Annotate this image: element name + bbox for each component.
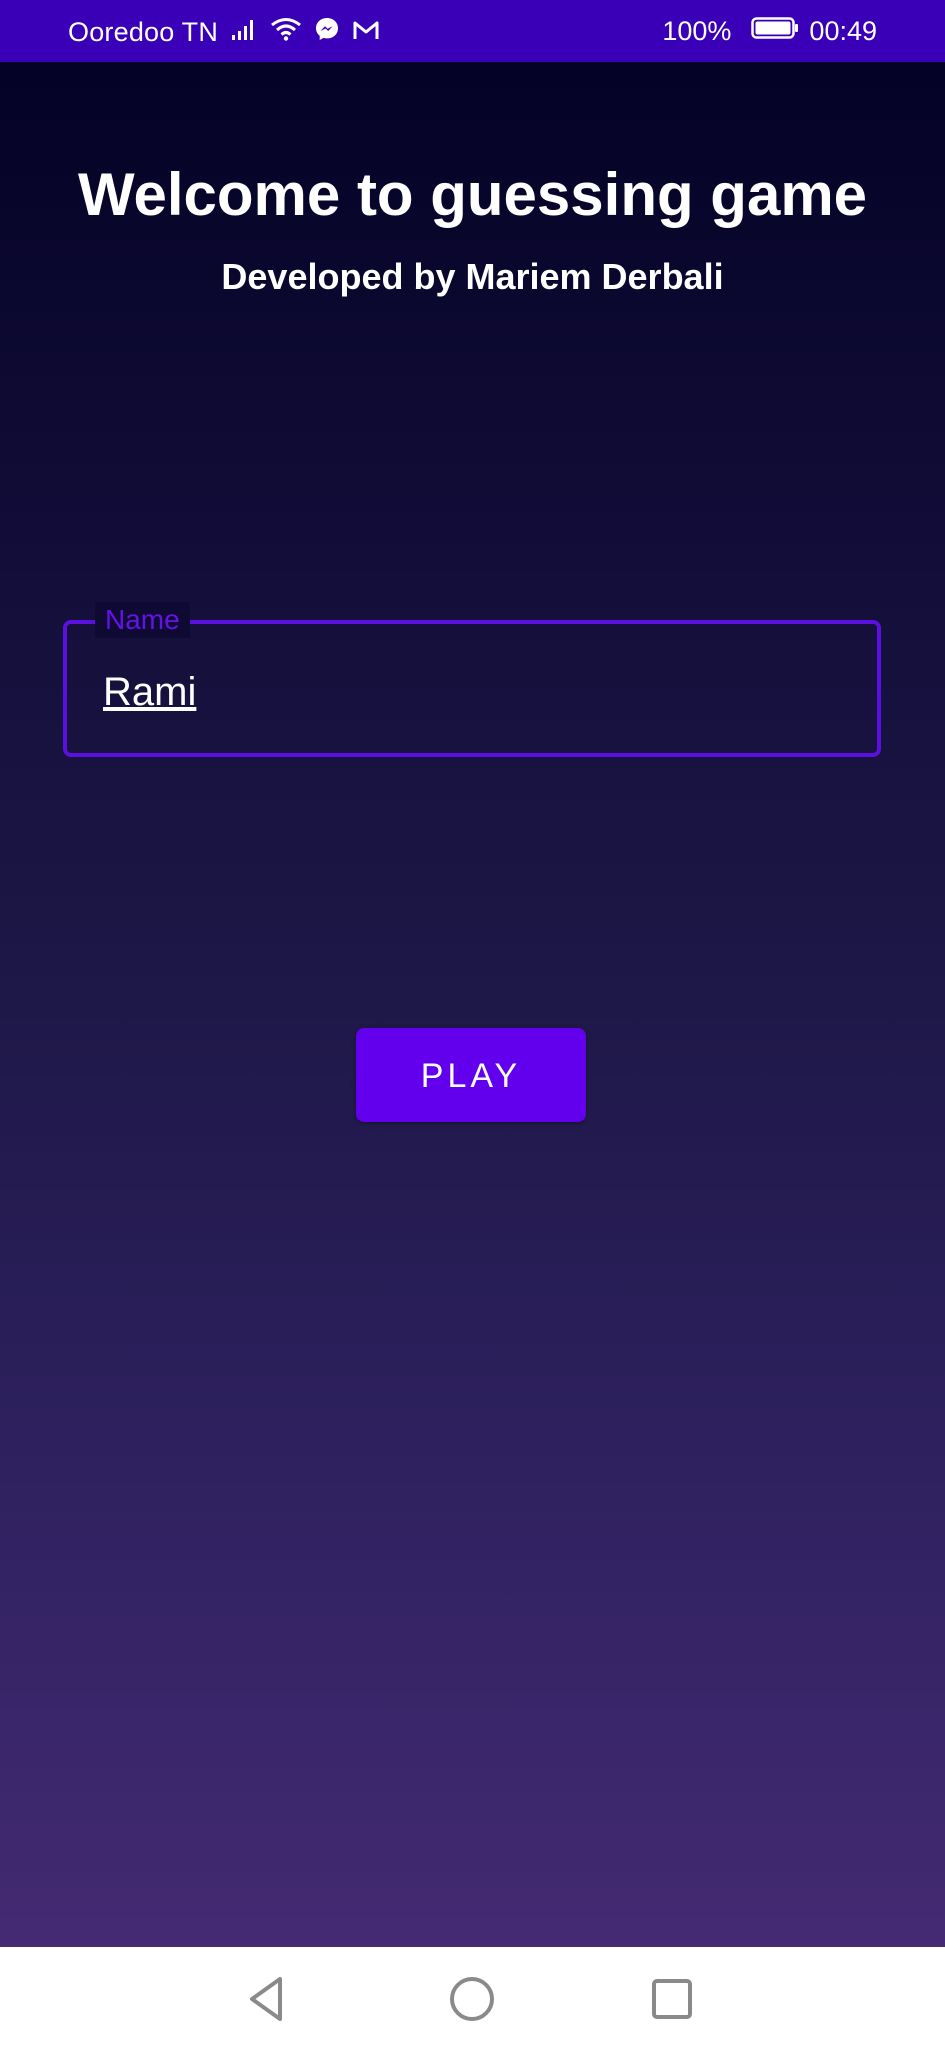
recent-apps-icon[interactable] xyxy=(644,1971,700,2027)
name-input[interactable] xyxy=(103,670,843,715)
name-field[interactable]: Name xyxy=(63,602,881,757)
carrier-name: Ooredoo TN xyxy=(68,17,219,47)
name-field-label: Name xyxy=(95,602,190,638)
status-left: Ooredoo TN xyxy=(68,16,380,49)
phone-screen: Ooredoo TN 100% 00:49 Welcome to guessin… xyxy=(0,0,945,2048)
play-button[interactable]: PLAY xyxy=(356,1028,586,1122)
messenger-icon xyxy=(314,16,340,49)
page-title: Welcome to guessing game xyxy=(77,161,868,228)
gmail-icon xyxy=(352,17,380,48)
developer-credit: Developed by Mariem Derbali xyxy=(221,256,724,297)
battery-icon xyxy=(751,16,799,47)
navigation-bar xyxy=(0,1947,945,2048)
wifi-icon xyxy=(270,17,302,48)
status-right: 100% 00:49 xyxy=(662,16,877,47)
battery-percentage: 100% xyxy=(662,16,732,46)
signal-icon xyxy=(230,17,258,48)
status-bar: Ooredoo TN 100% 00:49 xyxy=(0,0,945,62)
home-icon[interactable] xyxy=(444,1971,500,2027)
clock: 00:49 xyxy=(809,16,877,46)
back-icon[interactable] xyxy=(242,1971,298,2027)
app-content: Welcome to guessing game Developed by Ma… xyxy=(0,62,945,1947)
